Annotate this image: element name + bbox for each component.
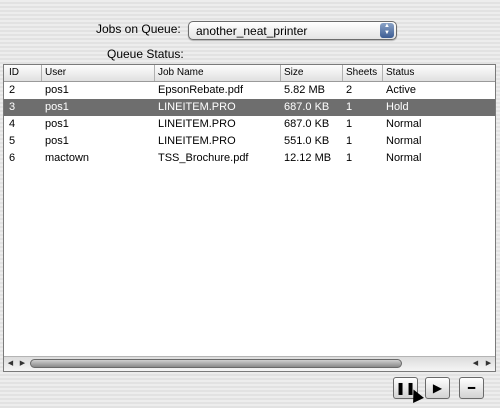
cell-id: 4 <box>9 118 16 130</box>
cell-user: mactown <box>45 152 90 164</box>
queue-status-label: Queue Status: <box>107 47 184 61</box>
minus-icon: ━ <box>467 381 476 395</box>
cell-job-name: LINEITEM.PRO <box>158 135 236 147</box>
cell-id: 3 <box>9 101 16 113</box>
cell-job-name: EpsonRebate.pdf <box>158 84 244 96</box>
scroll-thumb[interactable] <box>30 359 402 368</box>
table-row[interactable]: 5 pos1 LINEITEM.PRO 551.0 KB 1 Normal <box>4 133 495 150</box>
column-header-size[interactable]: Size <box>281 65 343 81</box>
cell-size: 5.82 MB <box>284 84 325 96</box>
cell-user: pos1 <box>45 135 69 147</box>
horizontal-scrollbar[interactable]: ◀ ▶ ◀ ▶ <box>4 356 495 371</box>
updown-arrows-icon: ▲ ▼ <box>380 23 394 38</box>
cell-status: Active <box>386 84 416 96</box>
cell-status: Hold <box>386 101 409 113</box>
queue-popup-value: another_neat_printer <box>196 24 308 38</box>
cell-status: Normal <box>386 118 422 130</box>
cell-sheets: 2 <box>346 84 353 96</box>
cell-status: Normal <box>386 135 422 147</box>
cell-size: 687.0 KB <box>284 118 330 130</box>
cell-sheets: 1 <box>346 135 353 147</box>
cell-status: Normal <box>386 152 422 164</box>
cell-sheets: 1 <box>346 118 353 130</box>
cell-job-name: LINEITEM.PRO <box>158 101 236 113</box>
cell-user: pos1 <box>45 101 69 113</box>
table-row-selected[interactable]: 3 pos1 LINEITEM.PRO 687.0 KB 1 Hold <box>4 99 495 116</box>
cell-id: 2 <box>9 84 16 96</box>
queue-popup-button[interactable]: another_neat_printer ▲ ▼ <box>188 21 397 40</box>
cell-size: 551.0 KB <box>284 135 330 147</box>
table-row[interactable]: 4 pos1 LINEITEM.PRO 687.0 KB 1 Normal <box>4 116 495 133</box>
scroll-right-arrow-icon[interactable]: ▶ <box>16 357 29 371</box>
play-icon: ▶ <box>432 381 443 395</box>
cell-size: 12.12 MB <box>284 152 332 164</box>
delete-job-button[interactable]: ━ <box>459 377 484 399</box>
column-header-sheets[interactable]: Sheets <box>343 65 383 81</box>
table-header: ID User Job Name Size Sheets Status <box>4 65 495 82</box>
cell-sheets: 1 <box>346 101 353 113</box>
column-header-job-name[interactable]: Job Name <box>155 65 281 81</box>
resume-job-button[interactable]: ▶ <box>425 377 450 399</box>
cell-job-name: LINEITEM.PRO <box>158 118 236 130</box>
cell-id: 5 <box>9 135 16 147</box>
scroll-left-arrow-icon[interactable]: ◀ <box>469 357 482 371</box>
queue-table[interactable]: ID User Job Name Size Sheets Status 2 po… <box>3 64 496 372</box>
cell-job-name: TSS_Brochure.pdf <box>158 152 249 164</box>
cell-user: pos1 <box>45 118 69 130</box>
jobs-on-queue-label: Jobs on Queue: <box>96 22 181 36</box>
cell-user: pos1 <box>45 84 69 96</box>
cell-sheets: 1 <box>346 152 353 164</box>
column-header-status[interactable]: Status <box>383 65 495 81</box>
column-header-user[interactable]: User <box>42 65 155 81</box>
table-row[interactable]: 2 pos1 EpsonRebate.pdf 5.82 MB 2 Active <box>4 82 495 99</box>
table-row[interactable]: 6 mactown TSS_Brochure.pdf 12.12 MB 1 No… <box>4 150 495 167</box>
column-header-id[interactable]: ID <box>6 65 42 81</box>
scroll-right-arrow-icon[interactable]: ▶ <box>482 357 495 371</box>
cell-size: 687.0 KB <box>284 101 330 113</box>
cell-id: 6 <box>9 152 16 164</box>
